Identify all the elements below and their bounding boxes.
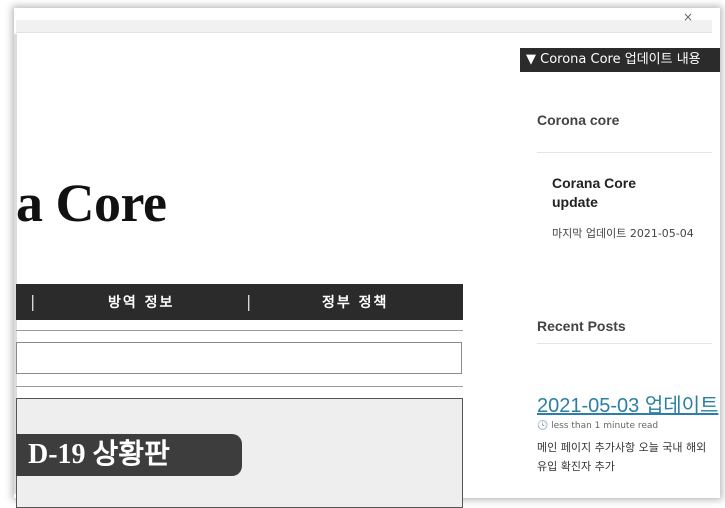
nav-separator: | [246, 292, 252, 311]
nav-item-policy[interactable]: 정부 정책 [322, 292, 388, 312]
read-time: 🕓 less than 1 minute read [537, 421, 658, 431]
divider [537, 343, 712, 344]
status-board-title: D-19 상황판 [16, 434, 242, 476]
read-time-text: less than 1 minute read [551, 421, 659, 431]
close-icon[interactable]: × [683, 11, 693, 23]
nav-separator: | [30, 292, 36, 311]
divider [16, 386, 463, 387]
last-update-text: 마지막 업데이트 2021-05-04 [552, 227, 694, 240]
nav-item-quarantine[interactable]: 방역 정보 [108, 292, 174, 312]
divider [537, 152, 712, 153]
search-input[interactable] [16, 342, 462, 374]
site-title[interactable]: a Core [16, 172, 167, 234]
core-card-title[interactable]: Corana Core update [552, 174, 682, 212]
post-link[interactable]: 2021-05-03 업데이트 [537, 389, 718, 418]
post-excerpt: 메인 페이지 추가사항 오늘 국내 해외 유입 확진자 추가 [537, 441, 707, 473]
divider [16, 330, 463, 331]
main-nav: | 방역 정보 | 정부 정책 [16, 284, 463, 320]
clock-icon: 🕓 [537, 421, 552, 431]
top-bar [16, 20, 712, 33]
update-toggle[interactable]: ▼ Corona Core 업데이트 내용 [520, 48, 720, 72]
section-title: Corona core [537, 112, 620, 128]
recent-posts-title: Recent Posts [537, 318, 626, 334]
